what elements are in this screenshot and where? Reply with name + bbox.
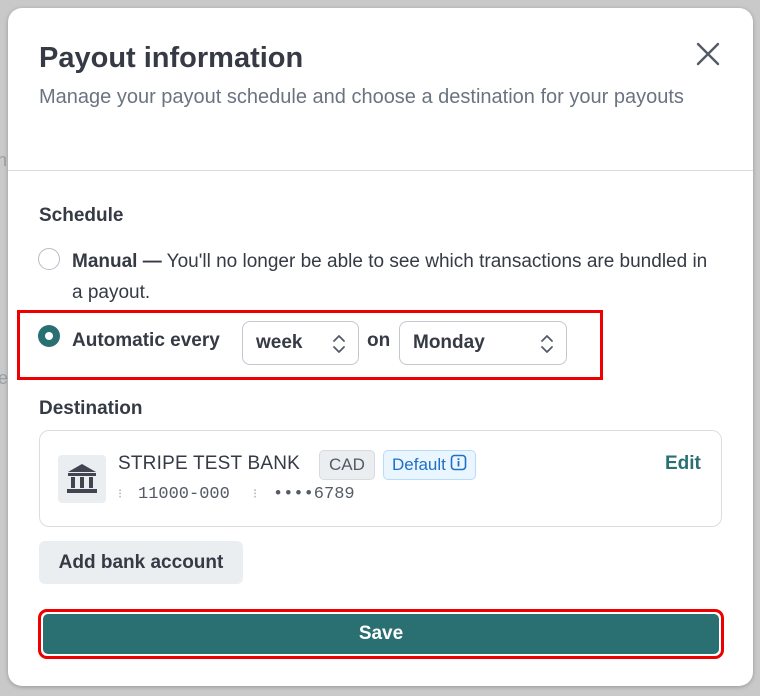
manual-option-text[interactable]: Manual — You'll no longer be able to see… (72, 246, 712, 308)
add-bank-account-button[interactable]: Add bank account (39, 541, 243, 584)
bank-icon (58, 455, 106, 503)
backdrop-fragment: n (0, 150, 8, 170)
modal-subtitle: Manage your payout schedule and choose a… (39, 86, 684, 108)
backdrop-fragment: e (0, 368, 9, 388)
default-badge: Default (383, 450, 476, 480)
save-highlight-box: Save (38, 609, 724, 659)
currency-badge: CAD (319, 450, 375, 480)
automatic-option-label[interactable]: Automatic every (72, 330, 220, 352)
manual-option-title: Manual — (72, 251, 162, 272)
close-icon (696, 42, 720, 66)
routing-icon: ⁝ (118, 486, 123, 501)
routing-number: 11000-000 (138, 485, 230, 504)
account-icon: ⁝ (253, 486, 258, 501)
automatic-radio[interactable] (38, 325, 60, 347)
default-badge-label: Default (392, 455, 446, 474)
schedule-label: Schedule (39, 205, 124, 226)
modal-title: Payout information (39, 42, 304, 74)
close-button[interactable] (692, 38, 724, 70)
account-number: ••••6789 (273, 485, 355, 504)
info-icon[interactable] (450, 452, 467, 480)
chevron-up-down-icon (333, 335, 345, 353)
modal-header: Payout information Manage your payout sc… (8, 8, 753, 171)
interval-select-value: week (256, 332, 303, 353)
manual-option-description: You'll no longer be able to see which tr… (72, 251, 708, 303)
chevron-up-down-icon (541, 335, 553, 353)
payout-information-modal: Payout information Manage your payout sc… (8, 8, 753, 686)
edit-bank-link[interactable]: Edit (665, 453, 701, 475)
bank-account-card: STRIPE TEST BANK CAD Default Edit ⁝ 1100… (39, 430, 722, 527)
interval-select[interactable]: week (242, 321, 359, 365)
on-label: on (367, 330, 391, 351)
day-select-value: Monday (413, 332, 485, 353)
manual-radio[interactable] (38, 248, 60, 270)
bank-name: STRIPE TEST BANK (118, 453, 300, 474)
save-button[interactable]: Save (43, 614, 719, 654)
destination-label: Destination (39, 398, 143, 419)
day-select[interactable]: Monday (399, 321, 567, 365)
